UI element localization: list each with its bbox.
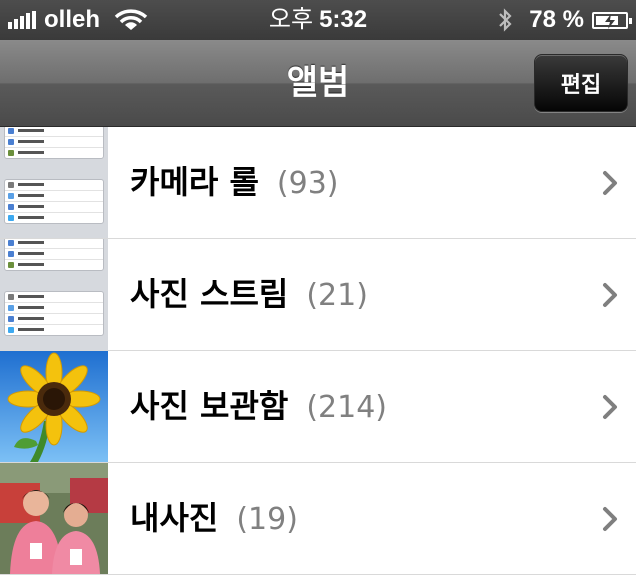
chevron-right-icon <box>603 283 617 307</box>
album-label: 내사진 (19) <box>130 463 298 575</box>
album-row-my-photos[interactable]: 내사진 (19) <box>0 463 636 575</box>
battery-percent: 78 % <box>529 6 584 33</box>
album-count: (21) <box>306 278 368 313</box>
chevron-right-icon <box>603 395 617 419</box>
album-list: 카메라 롤 (93) 사진 스트림 (21) 사진 보관함 (214) 내사진 … <box>0 127 636 575</box>
album-thumbnail <box>0 239 108 350</box>
album-name: 카메라 롤 <box>130 163 259 201</box>
album-row-photo-library[interactable]: 사진 보관함 (214) <box>0 351 636 463</box>
time-ampm: 오후 <box>268 6 314 33</box>
status-right: 78 % <box>497 5 632 35</box>
sunflower-image <box>0 351 108 462</box>
album-label: 카메라 롤 (93) <box>130 127 339 239</box>
chevron-right-icon <box>603 171 617 195</box>
album-thumbnail <box>0 463 108 574</box>
album-name: 사진 보관함 <box>130 387 289 425</box>
time-value: 5:32 <box>319 6 368 33</box>
album-count: (19) <box>236 502 298 537</box>
album-row-photo-stream[interactable]: 사진 스트림 (21) <box>0 239 636 351</box>
album-thumbnail <box>0 127 108 238</box>
album-label: 사진 보관함 (214) <box>130 351 387 463</box>
album-row-camera-roll[interactable]: 카메라 롤 (93) <box>0 127 636 239</box>
bluetooth-icon <box>499 8 512 32</box>
album-label: 사진 스트림 (21) <box>130 239 368 351</box>
edit-button[interactable]: 편집 <box>534 54 628 112</box>
album-name: 내사진 <box>130 499 219 537</box>
status-bar: olleh 오후 5:32 78 % <box>0 0 636 40</box>
album-thumbnail <box>0 351 108 462</box>
battery-charging-icon <box>592 11 632 29</box>
people-photo-image <box>0 463 108 574</box>
album-name: 사진 스트림 <box>130 275 289 313</box>
navigation-bar: 앨범 편집 <box>0 40 636 127</box>
chevron-right-icon <box>603 507 617 531</box>
album-count: (93) <box>276 166 339 201</box>
album-count: (214) <box>306 390 388 425</box>
